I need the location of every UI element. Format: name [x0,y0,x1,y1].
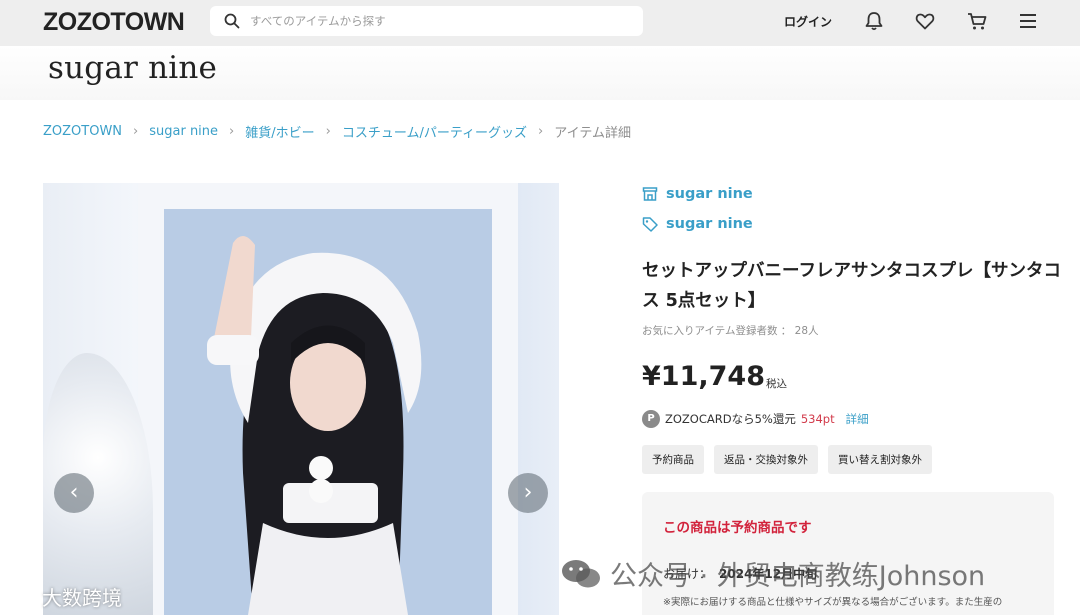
product-tags: 予約商品 返品・交換対象外 買い替え割対象外 [642,445,932,474]
next-image-button[interactable]: › [508,473,548,513]
zozocard-points-value: 534pt [800,412,835,426]
favorites-count: お気に入りアイテム登録者数 ： 28人 [642,323,819,338]
search-placeholder: すべてのアイテムから探す [250,14,386,28]
watermark-left: 大数跨境 [8,582,122,611]
zozotown-logo[interactable]: ZOZOTOWN [43,8,185,37]
top-header: ZOZOTOWN すべてのアイテムから探す ログイン [0,0,1080,46]
shop-name: sugar nine [666,186,753,202]
product-title: セットアップバニーフレアサンタコスプレ【サンタコス 5点セット】 [642,261,1061,311]
prev-image-button[interactable]: ‹ [54,473,94,513]
chevron-right-icon: › [523,480,533,505]
notice-disclaimer: ※実際にお届けする商品と仕様やサイズが異なる場合がございます。また生産の [663,597,1003,608]
shop-icon [642,187,658,201]
chevron-right-icon: › [229,124,235,139]
zozocard-points: P ZOZOCARDなら5%還元 534pt 詳細 [642,410,869,428]
breadcrumb: ZOZOTOWN › sugar nine › 雑貨/ホビー › コスチューム/… [43,122,631,141]
breadcrumb-shop[interactable]: sugar nine [149,124,218,139]
breadcrumb-category[interactable]: 雑貨/ホビー [245,122,314,141]
preorder-notice-title: この商品は予約商品です [663,520,812,536]
chevron-right-icon: › [133,124,139,139]
wechat-icon [562,559,600,587]
search-icon [224,13,240,29]
shop-link[interactable]: sugar nine [642,186,753,202]
favorites-label: お気に入りアイテム登録者数 ： [642,325,792,337]
watermark-logo-icon [9,590,35,605]
watermark-left-text: 大数跨境 [42,586,122,610]
watermark-right-text: 公众号 · 外贸电商教练Johnson [610,561,986,592]
points-icon: P [642,410,660,428]
zozocard-detail-link[interactable]: 詳細 [846,411,869,427]
watermark-right: 公众号 · 外贸电商教练Johnson [560,554,985,593]
bell-icon[interactable] [863,10,885,32]
breadcrumb-subcategory[interactable]: コスチューム/パーティーグッズ [342,122,527,141]
shop-logo[interactable]: sugar nine [48,50,217,86]
cart-icon[interactable] [966,10,988,32]
chevron-right-icon: › [325,124,331,139]
model-figure [207,235,422,615]
brand-link[interactable]: sugar nine [642,216,753,232]
product-price: ¥11,748 [642,361,765,392]
login-link[interactable]: ログイン [784,13,832,30]
chevron-right-icon: › [538,124,544,139]
tax-label: 税込 [766,378,787,390]
brand-name: sugar nine [666,216,753,232]
zozocard-text: ZOZOCARDなら5%還元 [665,412,796,426]
tag-icon [642,217,658,232]
tag-no-returns[interactable]: 返品・交換対象外 [714,445,818,474]
chevron-left-icon: ‹ [69,480,79,505]
heart-icon[interactable] [914,10,936,32]
tag-no-tradein[interactable]: 買い替え割対象外 [828,445,932,474]
search-bar[interactable]: すべてのアイテムから探す [210,6,643,36]
favorites-value: 28人 [794,325,819,337]
breadcrumb-zozotown[interactable]: ZOZOTOWN [43,124,122,139]
product-image[interactable] [43,183,559,615]
menu-icon[interactable] [1017,10,1039,32]
tag-preorder[interactable]: 予約商品 [642,445,704,474]
breadcrumb-current: アイテム詳細 [554,126,631,141]
